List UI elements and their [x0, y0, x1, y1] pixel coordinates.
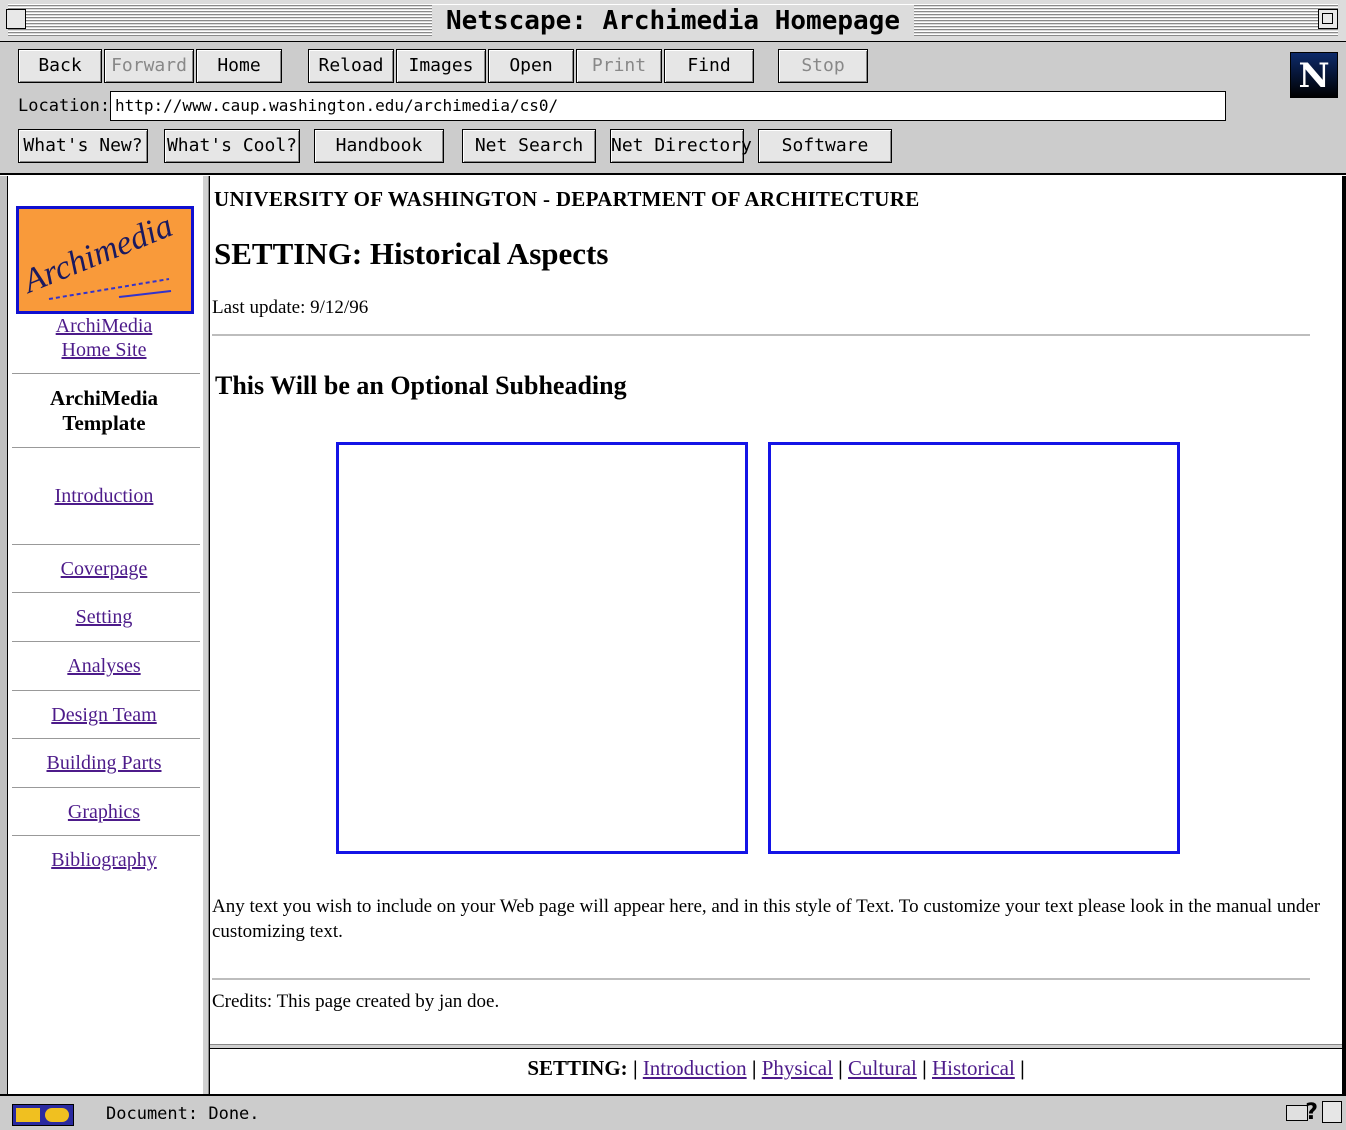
image-placeholder-right — [768, 442, 1180, 854]
images-button[interactable]: Images — [396, 49, 486, 83]
subheading: This Will be an Optional Subheading — [215, 371, 627, 400]
sidebar-current-line2: Template — [62, 411, 146, 435]
software-button[interactable]: Software — [758, 129, 892, 163]
sidebar-item-analyses[interactable]: Analyses — [8, 654, 200, 678]
window-left-edge — [0, 176, 8, 1094]
security-key-icon[interactable] — [12, 1104, 74, 1126]
sidebar-current-line1: ArchiMedia — [49, 386, 159, 410]
body-text: Any text you wish to include on your Web… — [212, 896, 1321, 942]
forward-button[interactable]: Forward — [104, 49, 194, 83]
image-placeholder-left — [336, 442, 748, 854]
window-title: Netscape: Archimedia Homepage — [432, 5, 914, 37]
sidebar-current-section: ArchiMedia Template — [8, 386, 200, 436]
sidebar-item-graphics[interactable]: Graphics — [8, 800, 200, 824]
sidebar-divider — [12, 641, 200, 643]
footer-link-cultural[interactable]: Cultural — [848, 1056, 917, 1080]
footer-separator: | — [632, 1056, 638, 1080]
horizontal-rule — [212, 334, 1310, 337]
browser-chrome: Back Forward Home Reload Images Open Pri… — [0, 42, 1346, 175]
net-search-button[interactable]: Net Search — [462, 129, 596, 163]
footer-link-historical[interactable]: Historical — [932, 1056, 1015, 1080]
footer-nav: SETTING: | Introduction | Physical | Cul… — [210, 1056, 1342, 1081]
main-content-frame: UNIVERSITY OF WASHINGTON - DEPARTMENT OF… — [210, 176, 1342, 1046]
whats-new-button[interactable]: What's New? — [18, 129, 148, 163]
sidebar-divider — [12, 373, 200, 375]
sidebar-item-setting[interactable]: Setting — [8, 605, 200, 629]
credits-text: Credits: This page created by jan doe. — [212, 991, 500, 1012]
footer-link-introduction[interactable]: Introduction — [643, 1056, 747, 1080]
sidebar-divider — [12, 835, 200, 837]
department-heading: UNIVERSITY OF WASHINGTON - DEPARTMENT OF… — [214, 187, 920, 211]
title-bar[interactable]: Netscape: Archimedia Homepage — [0, 0, 1346, 42]
footer-nav-frame: SETTING: | Introduction | Physical | Cul… — [210, 1049, 1342, 1094]
whats-cool-button[interactable]: What's Cool? — [164, 129, 300, 163]
sidebar-divider — [12, 447, 200, 449]
logo-stroke-2 — [118, 290, 172, 298]
home-button[interactable]: Home — [196, 49, 282, 83]
window-right-edge — [1342, 176, 1346, 1094]
sidebar-item-introduction[interactable]: Introduction — [8, 484, 200, 508]
reload-button[interactable]: Reload — [308, 49, 394, 83]
sidebar-home-line1: ArchiMedia — [55, 315, 153, 337]
stop-button[interactable]: Stop — [778, 49, 868, 83]
footer-separator: | — [838, 1056, 843, 1080]
sidebar-link-archimedia-home[interactable]: ArchiMedia Home Site — [8, 314, 200, 362]
status-bar: Document: Done. ? — [0, 1094, 1346, 1130]
archimedia-logo[interactable]: Archimedia — [16, 206, 194, 314]
net-directory-button[interactable]: Net Directory — [610, 129, 752, 163]
location-input[interactable]: http://www.caup.washington.edu/archimedi… — [110, 91, 1226, 121]
logo-wordmark: Archimedia — [19, 209, 178, 301]
sidebar-divider — [12, 787, 200, 789]
sidebar-divider — [12, 690, 200, 692]
archimedia-logo-icon: Archimedia — [19, 209, 178, 301]
footer-nav-label: SETTING: — [527, 1056, 628, 1080]
footer-separator: | — [751, 1056, 757, 1080]
sidebar-divider — [12, 738, 200, 740]
sidebar-item-coverpage[interactable]: Coverpage — [8, 557, 200, 581]
handbook-button[interactable]: Handbook — [314, 129, 444, 163]
close-box-icon[interactable] — [6, 9, 26, 29]
status-text: Document: Done. — [106, 1104, 260, 1124]
horizontal-rule — [212, 978, 1310, 981]
sidebar-item-building-parts[interactable]: Building Parts — [8, 751, 200, 775]
location-label: Location: — [18, 96, 111, 116]
help-icon[interactable]: ? — [1305, 1099, 1318, 1127]
sidebar-divider — [12, 592, 200, 594]
sidebar-frame: Archimedia ArchiMedia Home Site ArchiMed… — [8, 176, 200, 1094]
footer-separator: | — [1020, 1056, 1025, 1080]
sidebar-home-line2: Home Site — [61, 339, 147, 361]
last-update: Last update: 9/12/96 — [212, 297, 369, 318]
print-button[interactable]: Print — [576, 49, 662, 83]
open-button[interactable]: Open — [488, 49, 574, 83]
zoom-box-icon[interactable] — [1318, 9, 1338, 29]
netscape-logo-icon[interactable]: N — [1290, 52, 1338, 98]
sidebar-item-design-team[interactable]: Design Team — [8, 703, 200, 727]
page-title: SETTING: Historical Aspects — [214, 236, 609, 271]
back-button[interactable]: Back — [18, 49, 102, 83]
find-button[interactable]: Find — [664, 49, 754, 83]
footer-link-physical[interactable]: Physical — [762, 1056, 833, 1080]
frame-divider[interactable] — [202, 176, 210, 1094]
window-resize-icon[interactable] — [1322, 1101, 1342, 1123]
sidebar-item-bibliography[interactable]: Bibliography — [8, 848, 200, 872]
sidebar-divider — [12, 544, 200, 546]
footer-separator: | — [922, 1056, 927, 1080]
